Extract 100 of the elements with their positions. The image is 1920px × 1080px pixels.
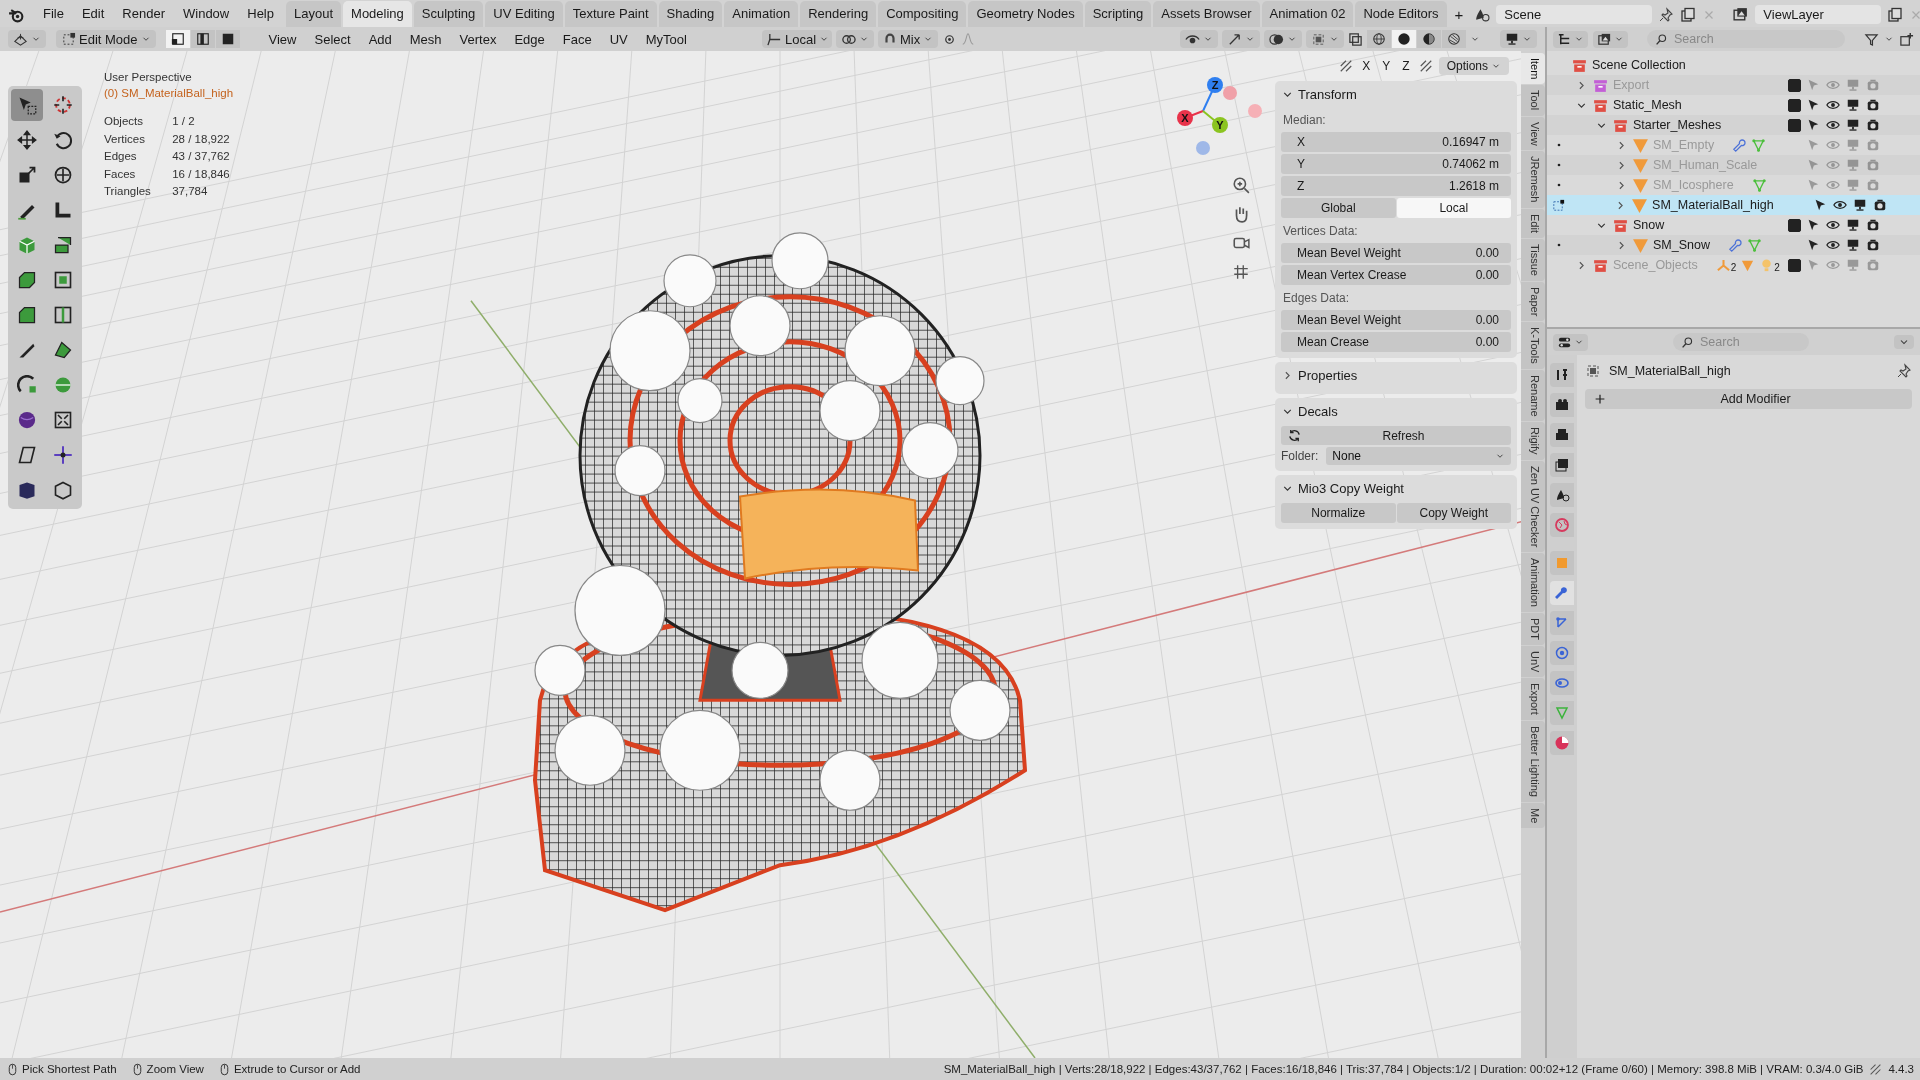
axis-toggle[interactable]: X — [1359, 58, 1374, 74]
section-label: Vertices Data: — [1282, 223, 1359, 240]
outliner-item[interactable]: Static_Mesh — [1547, 95, 1920, 115]
menu-item[interactable]: Face — [555, 29, 599, 49]
section-label: Median: — [1282, 112, 1327, 129]
stat-value: 1 / 2 — [172, 114, 196, 129]
workspace-tab[interactable]: Animation — [724, 1, 799, 27]
hint-text: Extrude to Cursor or Add — [233, 1063, 361, 1075]
number-field[interactable]: X 0.16947 m — [1281, 132, 1511, 152]
number-field[interactable]: Mean Bevel Weight 0.00 — [1281, 310, 1511, 330]
stat-value: 28 / 18,922 — [172, 131, 231, 147]
action-button[interactable]: Normalize — [1281, 503, 1396, 523]
sidebar-tab[interactable]: Export — [1521, 678, 1545, 721]
number-field[interactable]: Mean Vertex Crease 0.00 — [1281, 265, 1511, 285]
number-field[interactable]: Y 0.74062 m — [1281, 154, 1511, 174]
outliner-item[interactable]: Snow — [1547, 215, 1920, 235]
sidebar-tab[interactable]: Me — [1521, 803, 1545, 829]
add-modifier-button[interactable]: Add Modifier — [1585, 389, 1912, 409]
stat-label: Faces — [104, 166, 137, 182]
outliner-item[interactable]: SM_Snow — [1547, 235, 1920, 255]
object-name: SM_MaterialBall_high — [1609, 364, 1732, 378]
field-label: Folder: — [1281, 449, 1319, 463]
menu-item[interactable]: MyTool — [638, 29, 694, 49]
workspace-tab[interactable]: UV Editing — [485, 1, 563, 27]
sidebar-tab[interactable]: K-Tools — [1521, 322, 1545, 369]
workspace-tab[interactable]: Animation 02 — [1261, 1, 1354, 27]
section-label: Edges Data: — [1282, 290, 1351, 307]
action-button[interactable]: Copy Weight — [1396, 503, 1511, 523]
sidebar-tab[interactable]: Rigify — [1521, 422, 1545, 460]
workspace-tab[interactable]: Modeling — [343, 1, 412, 27]
count-label: 2 — [1730, 261, 1737, 273]
menu-item[interactable]: Mesh — [402, 29, 449, 49]
stat-value: 43 / 37,762 — [172, 149, 231, 164]
gizmo-axis[interactable]: Z — [1202, 77, 1223, 112]
scene-field[interactable]: Scene — [1496, 5, 1653, 24]
menu-item[interactable]: Select — [307, 29, 358, 49]
panel-header[interactable]: Transform — [1281, 81, 1511, 107]
menu-item[interactable]: Add — [361, 29, 399, 49]
number-field[interactable]: Z 1.2618 m — [1281, 176, 1511, 196]
menu-item[interactable]: Edit — [73, 2, 113, 27]
stat-label: Objects — [104, 114, 144, 129]
menu-item[interactable]: Edge — [507, 29, 552, 49]
workspace-tab[interactable]: Rendering — [800, 1, 877, 27]
view-name: User Perspective — [104, 70, 193, 85]
hint-text: Zoom View — [146, 1063, 204, 1075]
menu-item[interactable]: UV — [602, 29, 635, 49]
add-workspace-button[interactable]: + — [1448, 2, 1470, 27]
sidebar-tab[interactable]: Zen UV Checker — [1521, 460, 1545, 553]
space-toggle[interactable]: Local — [1396, 198, 1511, 218]
sidebar-tab[interactable]: PDT — [1521, 613, 1545, 646]
sidebar-tab[interactable]: Animation — [1521, 553, 1545, 613]
version-label: 4.4.3 — [1888, 1063, 1914, 1075]
axis-toggle[interactable]: Y — [1379, 58, 1394, 74]
workspace-tab[interactable]: Compositing — [878, 1, 967, 27]
options-dropdown[interactable]: Options — [1438, 57, 1509, 75]
sidebar-tab[interactable]: View — [1521, 116, 1545, 151]
stat-label: Triangles — [104, 184, 152, 199]
outliner-item[interactable]: SM_MaterialBall_high — [1547, 195, 1920, 215]
folder-dropdown[interactable]: None — [1326, 447, 1511, 465]
stat-label: Vertices — [104, 131, 146, 147]
outliner-item[interactable]: Scene_Objects 2 2 — [1547, 255, 1920, 275]
scene-statistics: SM_MaterialBall_high | Verts:28/18,922 | Edges:43/37,762 | Faces:16/18,846 | Tris:37,784 | Objects:1/2 | Duration: 00:02+12 (Frame 0/60) | Memory: 398.8 MiB | VRAM: 0.3/4.0 GiB — [943, 1063, 1864, 1075]
workspace-tab[interactable]: Assets Browser — [1153, 1, 1260, 27]
menu-item[interactable]: File — [35, 2, 72, 27]
workspace-tab[interactable]: Layout — [286, 1, 342, 27]
number-field[interactable]: Mean Bevel Weight 0.00 — [1281, 243, 1511, 263]
stat-value: 16 / 18,846 — [172, 166, 231, 182]
workspace-tab[interactable]: Shading — [658, 1, 723, 27]
view-layer-field[interactable]: ViewLayer — [1755, 5, 1882, 24]
panel-header[interactable]: Mio3 Copy Weight — [1281, 475, 1511, 501]
workspace-tab[interactable]: Texture Paint — [564, 1, 657, 27]
workspace-tab[interactable]: Sculpting — [413, 1, 484, 27]
sidebar-tab[interactable]: Tool — [1521, 85, 1545, 116]
sidebar-tab[interactable]: Better Lighting — [1521, 721, 1545, 803]
mode-dropdown[interactable]: Edit Mode — [56, 30, 156, 48]
menu-item[interactable]: Vertex — [452, 29, 504, 49]
workspace-tab[interactable]: Node Editors — [1355, 1, 1447, 27]
workspace-tab[interactable]: Geometry Nodes — [968, 1, 1083, 27]
panel-header[interactable]: Decals — [1281, 398, 1511, 424]
sidebar-tab[interactable]: UnV — [1521, 646, 1545, 678]
axis-toggle[interactable]: Z — [1399, 58, 1413, 74]
sidebar-tab[interactable]: Paper — [1521, 281, 1545, 322]
space-toggle[interactable]: Global — [1281, 198, 1396, 218]
gizmo-axis[interactable]: Y — [1202, 110, 1228, 133]
refresh-button[interactable]: Refresh — [1281, 426, 1511, 445]
number-field[interactable]: Mean Crease 0.00 — [1281, 332, 1511, 352]
menu-item[interactable]: Render — [114, 2, 173, 27]
snap-dropdown[interactable]: Mix — [877, 30, 938, 48]
sidebar-tab[interactable]: Edit — [1521, 208, 1545, 238]
outliner-item[interactable]: Starter_Meshes — [1547, 115, 1920, 135]
menu-item[interactable]: View — [261, 29, 304, 49]
stat-value: 37,784 — [172, 184, 209, 199]
sidebar-tab[interactable]: Tissue — [1521, 238, 1545, 281]
sidebar-tab[interactable]: JRemesh — [1521, 151, 1545, 208]
orientation-dropdown[interactable]: Local — [761, 30, 832, 48]
menu-item[interactable]: Help — [239, 2, 282, 27]
menu-item[interactable]: Window — [175, 2, 238, 27]
sidebar-tab[interactable]: Item — [1521, 53, 1545, 85]
workspace-tab[interactable]: Scripting — [1084, 1, 1152, 27]
sidebar-tab[interactable]: Rename — [1521, 369, 1545, 422]
